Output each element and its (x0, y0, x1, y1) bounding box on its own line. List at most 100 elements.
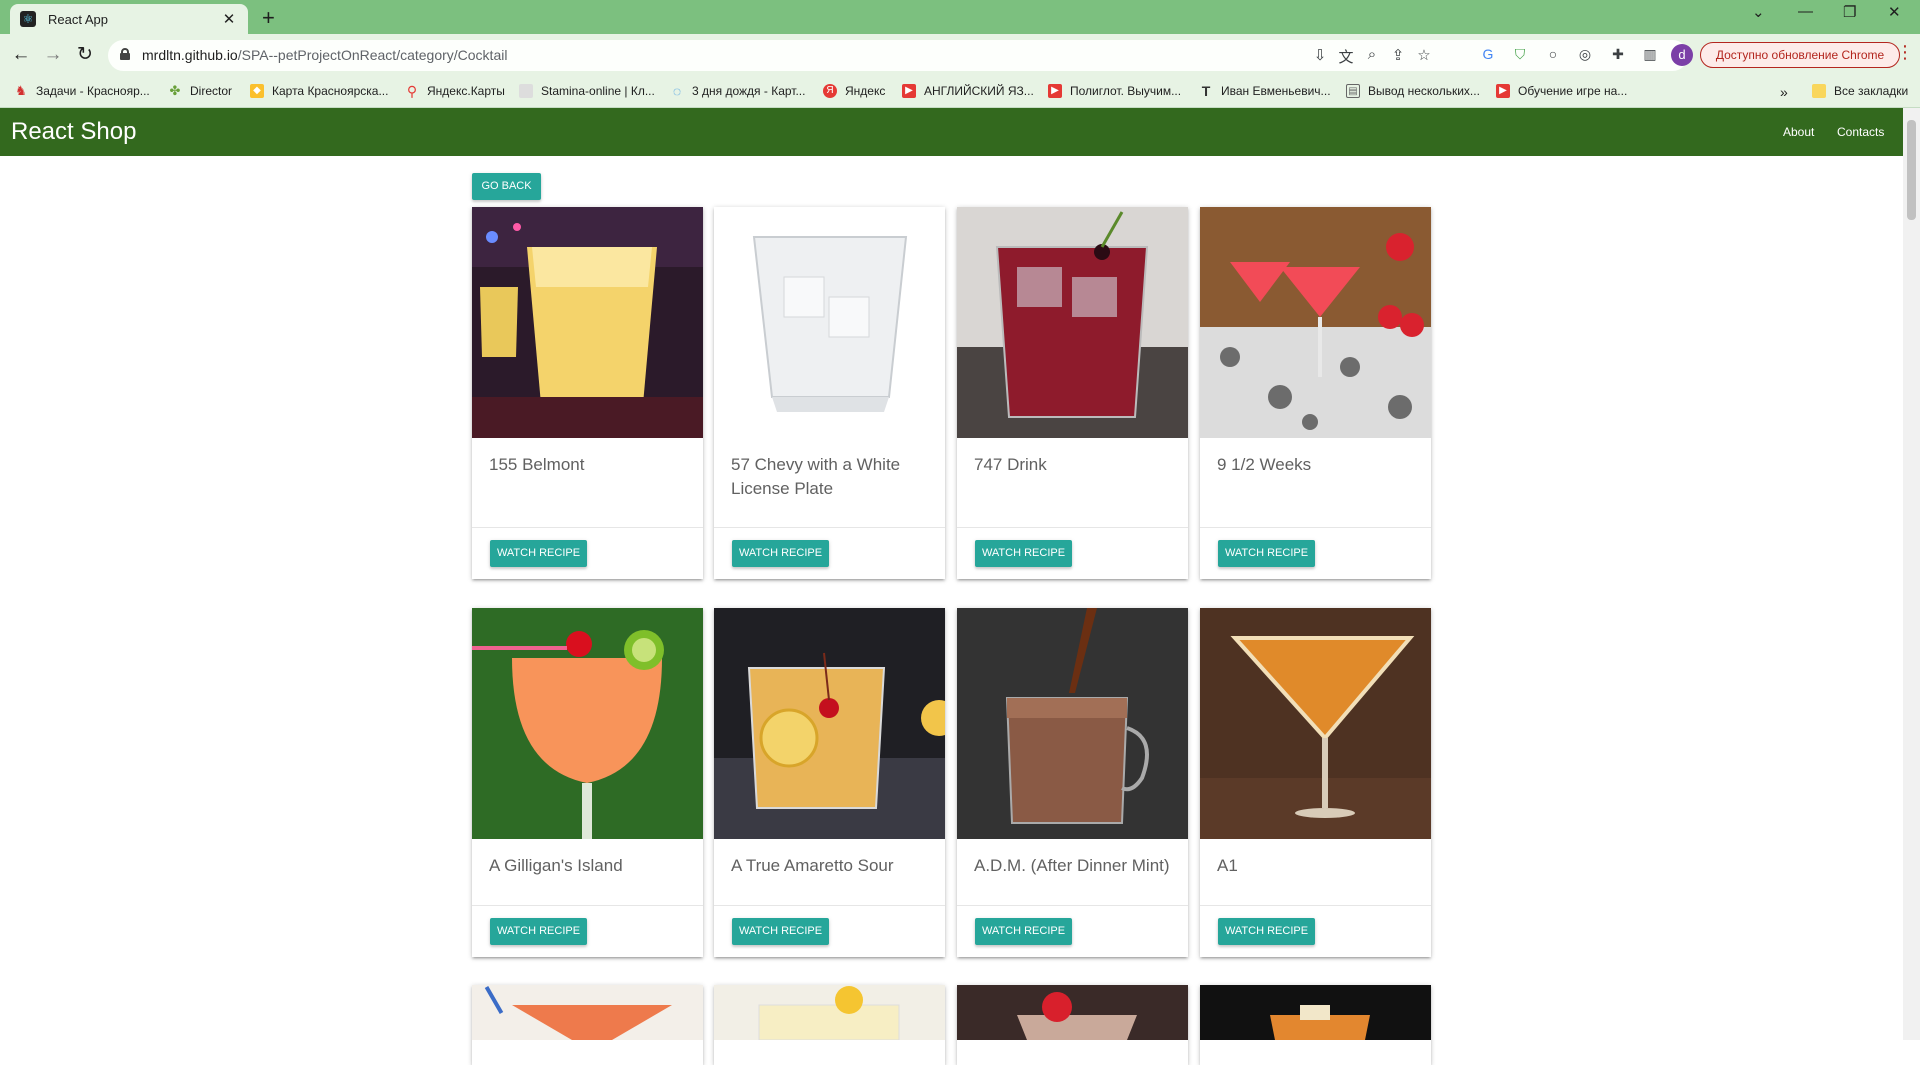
cocktail-image[interactable] (714, 207, 945, 438)
new-tab-icon[interactable]: + (262, 5, 275, 31)
close-tab-icon[interactable]: ✕ (220, 10, 238, 28)
chrome-update-button[interactable]: Доступно обновление Chrome (1700, 42, 1900, 68)
cocktail-name: 155 Belmont (489, 455, 585, 474)
card-action: Watch recipe (714, 905, 945, 957)
shield-extension-icon[interactable]: ⛉ (1510, 44, 1530, 64)
cocktail-image[interactable] (472, 207, 703, 438)
cocktail-name: A Gilligan's Island (489, 856, 623, 875)
card-action: Watch recipe (1200, 527, 1431, 579)
cocktail-card: 57 Chevy with a White License Plate Watc… (714, 207, 945, 579)
watch-recipe-button[interactable]: Watch recipe (490, 540, 587, 567)
watch-recipe-button[interactable]: Watch recipe (975, 540, 1072, 567)
bookmark-item[interactable]: ◌ 3 дня дождя - Карт... (670, 83, 806, 99)
more-bookmarks-icon[interactable]: » (1780, 84, 1788, 100)
card-action: Watch recipe (1200, 905, 1431, 957)
bookmark-favicon-icon: T (1201, 83, 1211, 99)
cocktail-image[interactable] (472, 608, 703, 839)
nav-link-about[interactable]: About (1783, 125, 1814, 139)
lock-icon[interactable] (120, 48, 130, 60)
browser-tab[interactable]: ⚛ React App ✕ (10, 4, 248, 34)
nav-link-contacts[interactable]: Contacts (1837, 125, 1884, 139)
reload-icon[interactable]: ↻ (72, 42, 98, 68)
card-action: Watch recipe (714, 527, 945, 579)
watch-recipe-button[interactable]: Watch recipe (732, 918, 829, 945)
folder-icon (1812, 84, 1826, 98)
watch-recipe-button[interactable]: Watch recipe (1218, 540, 1315, 567)
go-back-button[interactable]: Go Back (472, 173, 541, 200)
bookmark-favicon-icon: ♞ (15, 83, 27, 98)
profile-avatar[interactable]: d (1671, 44, 1693, 66)
cocktail-name: A.D.M. (After Dinner Mint) (974, 856, 1170, 875)
watch-recipe-button[interactable]: Watch recipe (1218, 918, 1315, 945)
bookmark-item[interactable]: T Иван Евменьевич... (1199, 84, 1331, 98)
bookmark-item[interactable]: ⚲ Яндекс.Карты (405, 84, 505, 98)
cocktail-name: 9 1/2 Weeks (1217, 455, 1312, 474)
cocktail-card (1200, 985, 1431, 1065)
watch-recipe-button[interactable]: Watch recipe (732, 540, 829, 567)
cocktail-image[interactable] (1200, 985, 1431, 1040)
react-favicon-icon: ⚛ (20, 11, 36, 27)
extensions-puzzle-icon[interactable]: ✚ (1608, 44, 1628, 64)
tab-search-icon[interactable]: ⌄ (1752, 3, 1765, 21)
back-arrow-icon[interactable]: ← (8, 42, 34, 68)
blank-extension-icon[interactable]: ○ (1543, 44, 1563, 64)
bookmark-favicon-icon: ◌ (672, 83, 682, 99)
bookmarks-bar: ♞ Задачи - Краснояр... ✤ Director ◆ Карта К… (0, 76, 1920, 108)
cocktail-card: A1 Watch recipe (1200, 608, 1431, 957)
bookmark-item[interactable]: ▶ Полиглот. Выучим... (1048, 84, 1181, 98)
browser-tabstrip: ⚛ React App ✕ + ⌄ — ❐ ✕ (0, 0, 1920, 34)
brand-logo[interactable]: React Shop (11, 118, 136, 146)
cocktail-image[interactable] (957, 207, 1188, 438)
site-navbar: React Shop About Contacts (0, 108, 1903, 156)
chrome-menu-icon[interactable]: ⋮ (1896, 42, 1914, 63)
cocktail-name: 57 Chevy with a White License Plate (731, 455, 901, 498)
cocktail-image[interactable] (957, 608, 1188, 839)
forward-arrow-icon[interactable]: → (40, 42, 66, 68)
bookmark-item[interactable]: Я Яндекс (823, 84, 885, 98)
bookmark-item[interactable]: ✤ Director (168, 84, 232, 99)
card-action: Watch recipe (957, 905, 1188, 957)
close-window-icon[interactable]: ✕ (1888, 3, 1901, 21)
side-panel-icon[interactable]: ▥ (1640, 44, 1660, 64)
google-translate-extension-icon[interactable]: G (1478, 44, 1498, 64)
bookmark-item[interactable]: ▤ Вывод нескольких... (1346, 84, 1480, 98)
cocktail-card (472, 985, 703, 1065)
page-scrollbar[interactable] (1903, 108, 1920, 1040)
cocktail-image[interactable] (714, 985, 945, 1040)
all-bookmarks-folder[interactable]: Все закладки (1812, 84, 1908, 98)
zoom-icon[interactable]: ⌕ (1362, 46, 1382, 63)
cocktail-image[interactable] (472, 985, 703, 1040)
bookmark-item[interactable]: ♞ Задачи - Краснояр... (14, 83, 150, 99)
cocktail-image[interactable] (714, 608, 945, 839)
map-pin-icon: ⚲ (406, 83, 418, 99)
minimize-icon[interactable]: — (1798, 3, 1813, 20)
cocktail-name: A True Amaretto Sour (731, 856, 894, 875)
translate-icon[interactable]: 文 (1336, 46, 1356, 67)
cocktail-card: 155 Belmont Watch recipe (472, 207, 703, 579)
bookmark-favicon-icon: ▤ (1346, 84, 1360, 98)
cocktail-image[interactable] (1200, 608, 1431, 839)
url-text[interactable]: mrdltn.github.io/SPA--petProjectOnReact/… (142, 47, 507, 63)
tab-title: React App (48, 11, 108, 27)
youtube-icon: ▶ (902, 84, 916, 98)
vpn-extension-icon[interactable]: ◎ (1575, 44, 1595, 64)
address-bar[interactable]: mrdltn.github.io/SPA--petProjectOnReact/… (108, 40, 1688, 71)
cocktail-name: A1 (1217, 856, 1238, 875)
bookmark-item[interactable]: ▶ Обучение игре на... (1496, 84, 1627, 98)
cocktail-card: A.D.M. (After Dinner Mint) Watch recipe (957, 608, 1188, 957)
card-action: Watch recipe (472, 905, 703, 957)
cocktail-card: A True Amaretto Sour Watch recipe (714, 608, 945, 957)
watch-recipe-button[interactable]: Watch recipe (975, 918, 1072, 945)
cocktail-image[interactable] (957, 985, 1188, 1040)
restore-icon[interactable]: ❐ (1843, 3, 1856, 21)
cocktail-image[interactable] (1200, 207, 1431, 438)
share-icon[interactable]: ⇪ (1388, 46, 1408, 64)
bookmark-item[interactable]: ◆ Карта Красноярска... (250, 84, 388, 98)
bookmark-star-icon[interactable]: ☆ (1414, 46, 1434, 64)
install-app-icon[interactable]: ⇩ (1310, 46, 1330, 64)
card-action: Watch recipe (472, 527, 703, 579)
scrollbar-thumb[interactable] (1907, 120, 1916, 220)
bookmark-item[interactable]: ▶ АНГЛИЙСКИЙ ЯЗ... (902, 84, 1034, 98)
watch-recipe-button[interactable]: Watch recipe (490, 918, 587, 945)
bookmark-item[interactable]: Stamina-online | Кл... (519, 84, 655, 98)
